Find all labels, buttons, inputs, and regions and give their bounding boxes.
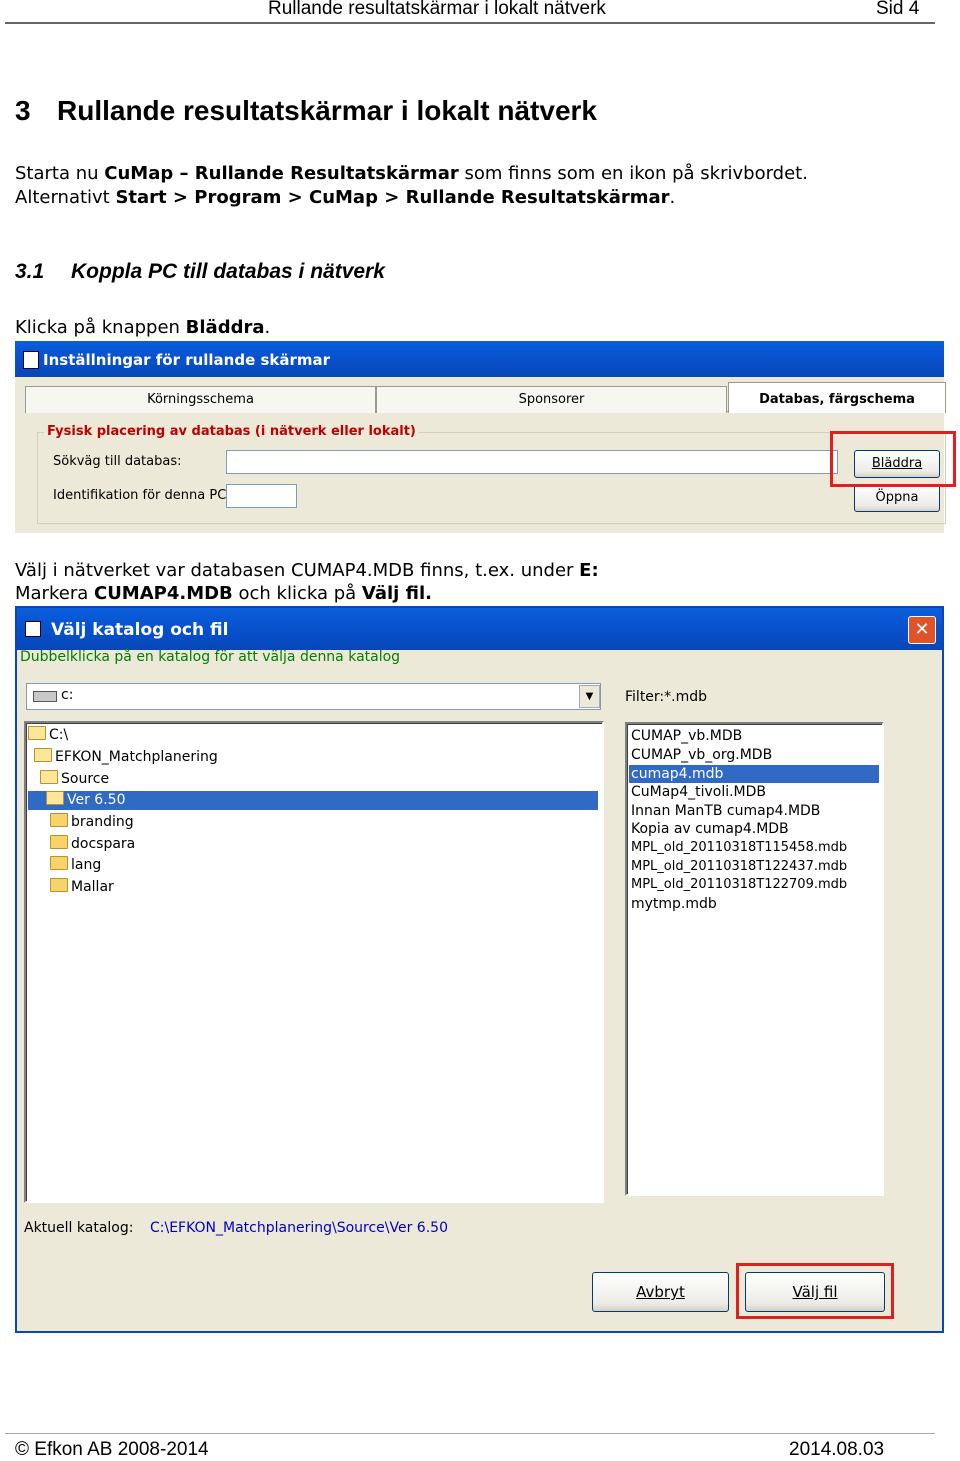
app-icon [23,351,39,369]
folder-row-selected[interactable]: Ver 6.50 [28,791,598,810]
folder-open-icon [34,748,52,762]
folder-row[interactable]: lang [28,856,598,875]
subsection-title: Koppla PC till databas i nätverk [71,260,385,283]
subsection-heading: 3.1 Koppla PC till databas i nätverk [15,260,385,284]
folder-open-icon [46,791,64,805]
settings-title: Inställningar för rullande skärmar [43,351,331,369]
folder-icon [50,813,68,827]
folder-icon [50,878,68,892]
database-path-input[interactable] [226,450,838,474]
file-row[interactable]: Kopia av cumap4.MDB [631,820,789,838]
intro-paragraph-1: Starta nu CuMap – Rullande Resultatskärm… [15,163,808,184]
dialog-hint: Dubbelklicka på en katalog för att välja… [20,649,401,665]
folder-open-icon [28,726,46,740]
file-row[interactable]: CUMAP_vb.MDB [631,727,742,745]
file-row[interactable]: CUMAP_vb_org.MDB [631,746,772,764]
footer-copyright: © Efkon AB 2008-2014 [15,1439,209,1460]
drive-select[interactable]: c: ▼ [26,683,601,710]
footer-date: 2014.08.03 [789,1439,885,1460]
folder-icon [50,856,68,870]
section-number: 3 [15,95,31,126]
header-rule [5,22,935,24]
highlight-browse [830,431,956,487]
intro-paragraph-2: Alternativt Start > Program > CuMap > Ru… [15,187,676,208]
file-list[interactable]: CUMAP_vb.MDB CUMAP_vb_org.MDB cumap4.mdb… [625,722,884,1196]
tab-korningsschema[interactable]: Körningsschema [25,386,376,413]
close-icon[interactable]: ✕ [908,616,936,644]
database-group-label: Fysisk placering av databas (i nätverk e… [44,424,419,439]
settings-titlebar: Inställningar för rullande skärmar [15,341,944,377]
section-heading: 3 Rullande resultatskärmar i lokalt nätve… [15,95,597,127]
dialog-app-icon [25,621,41,637]
tab-databas-fargschema[interactable]: Databas, färgschema [728,382,946,413]
folder-list[interactable]: C:\ EFKON_Matchplanering Source Ver 6.50… [24,721,604,1203]
file-row[interactable]: mytmp.mdb [631,895,717,913]
file-dialog-titlebar: Välj katalog och fil ✕ [17,608,942,650]
file-row[interactable]: MPL_old_20110318T115458.mdb [631,839,847,857]
instruction-browse: Klicka på knappen Bläddra. [15,317,271,338]
open-button[interactable]: Öppna [854,484,940,512]
file-row[interactable]: CuMap4_tivoli.MDB [631,783,766,801]
folder-row[interactable]: branding [28,813,598,832]
cancel-button[interactable]: Avbryt [592,1272,729,1312]
path-label: Sökväg till databas: [53,454,182,469]
file-row[interactable]: MPL_old_20110318T122437.mdb [631,858,847,876]
folder-row[interactable]: Mallar [28,878,598,897]
page-number: Sid 4 [876,0,920,19]
tab-sponsorer[interactable]: Sponsorer [376,386,727,413]
database-group [37,432,946,524]
file-row[interactable]: Innan ManTB cumap4.MDB [631,802,820,820]
file-dialog-title: Välj katalog och fil [51,620,229,640]
pc-id-label: Identifikation för denna PC: [53,488,231,503]
section-title: Rullande resultatskärmar i lokalt nätver… [57,95,597,126]
folder-row[interactable]: docspara [28,835,598,854]
current-folder-path: C:\EFKON_Matchplanering\Source\Ver 6.50 [150,1220,448,1236]
folder-icon [50,835,68,849]
drive-icon [33,691,57,702]
file-row-selected[interactable]: cumap4.mdb [629,765,879,783]
instruction-choose-2: Markera CUMAP4.MDB och klicka på Välj fi… [15,583,432,604]
footer-rule [5,1433,935,1434]
folder-row[interactable]: EFKON_Matchplanering [28,748,598,767]
drive-value: c: [61,687,74,703]
header-title: Rullande resultatskärmar i lokalt nätver… [268,0,606,19]
pc-id-input[interactable] [226,484,297,508]
current-folder-label: Aktuell katalog: [24,1220,134,1236]
page-header: Rullande resultatskärmar i lokalt nätver… [0,0,960,24]
highlight-select-file [736,1263,894,1319]
folder-row[interactable]: C:\ [28,726,598,745]
subsection-number: 3.1 [15,260,45,283]
instruction-choose-1: Välj i nätverket var databasen CUMAP4.MD… [15,560,599,581]
filter-label: Filter:*.mdb [625,689,708,705]
folder-open-icon [40,770,58,784]
file-row[interactable]: MPL_old_20110318T122709.mdb [631,876,847,894]
chevron-down-icon[interactable]: ▼ [579,685,600,708]
folder-row[interactable]: Source [28,770,598,789]
